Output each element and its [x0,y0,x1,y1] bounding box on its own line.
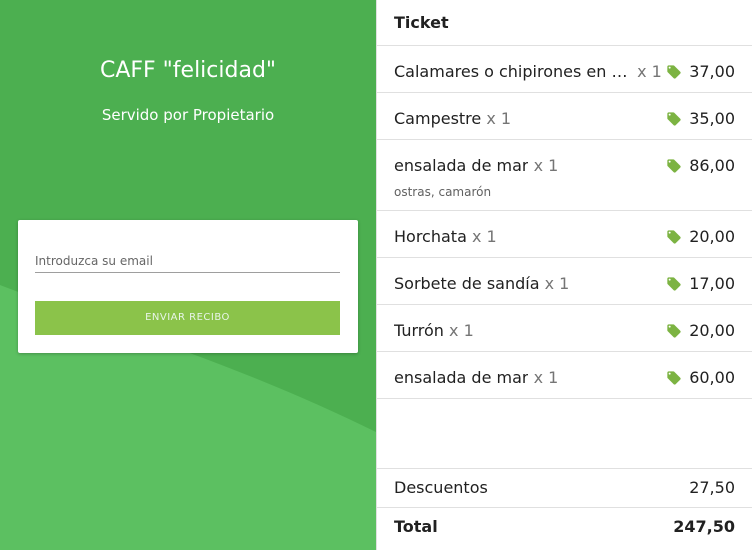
ticket-item[interactable]: Horchata x 1 20,00 [377,211,752,258]
send-receipt-button[interactable]: ENVIAR RECIBO [35,301,340,335]
item-price: 20,00 [689,227,735,246]
item-price: 35,00 [689,109,735,128]
served-by-text: Servido por Propietario [101,106,275,124]
item-name: Horchata [394,227,467,246]
tag-icon [667,111,681,126]
item-qty: x 1 [486,109,512,128]
item-name: ensalada de mar [394,368,529,387]
discounts-label: Descuentos [394,478,488,497]
tag-icon [667,276,681,291]
item-price: 86,00 [689,156,735,175]
item-name: Campestre [394,109,482,128]
item-name: Turrón [394,321,444,340]
item-price: 17,00 [689,274,735,293]
ticket-item[interactable]: Sorbete de sandía x 1 17,00 [377,258,752,305]
ticket-item[interactable]: ensalada de mar x 1 60,00 [377,352,752,399]
tag-icon [667,323,681,338]
total-row: Total 247,50 [377,508,752,550]
item-qty: x 1 [471,227,497,246]
item-price: 20,00 [689,321,735,340]
tag-icon [667,229,681,244]
item-qty: x 1 [544,274,570,293]
item-name: ensalada de mar [394,156,529,175]
receipt-card: ENVIAR RECIBO [18,220,358,353]
tag-icon [667,158,681,173]
ticket-header: Ticket [377,0,752,46]
ticket-panel: Ticket Calamares o chipirones en salsa x… [376,0,752,550]
tag-icon [667,64,681,79]
item-qty: x 1 [449,321,474,340]
store-panel: CAFF "felicidad" Servido por Propietario… [0,0,376,550]
store-title: CAFF "felicidad" [99,58,277,83]
discounts-row: Descuentos 27,50 [377,468,752,508]
tag-icon [667,370,681,385]
item-name: Sorbete de sandía [394,274,540,293]
item-qty: x 1 [637,62,662,81]
item-price: 37,00 [689,62,735,81]
ticket-item[interactable]: ensalada de mar x 1 ostras, camarón 86,0… [377,140,752,211]
total-label: Total [394,517,438,536]
item-name: Calamares o chipirones en salsa [394,62,632,81]
item-note: ostras, camarón [394,185,492,199]
email-input[interactable] [35,250,340,273]
item-qty: x 1 [533,156,559,175]
item-price: 60,00 [689,368,735,387]
total-value: 247,50 [673,517,735,536]
discounts-value: 27,50 [689,478,735,497]
item-qty: x 1 [533,368,559,387]
ticket-item[interactable]: Campestre x 1 35,00 [377,93,752,140]
ticket-item[interactable]: Calamares o chipirones en salsa x 1 37,0… [377,46,752,93]
ticket-item[interactable]: Turrón x 1 20,00 [377,305,752,352]
